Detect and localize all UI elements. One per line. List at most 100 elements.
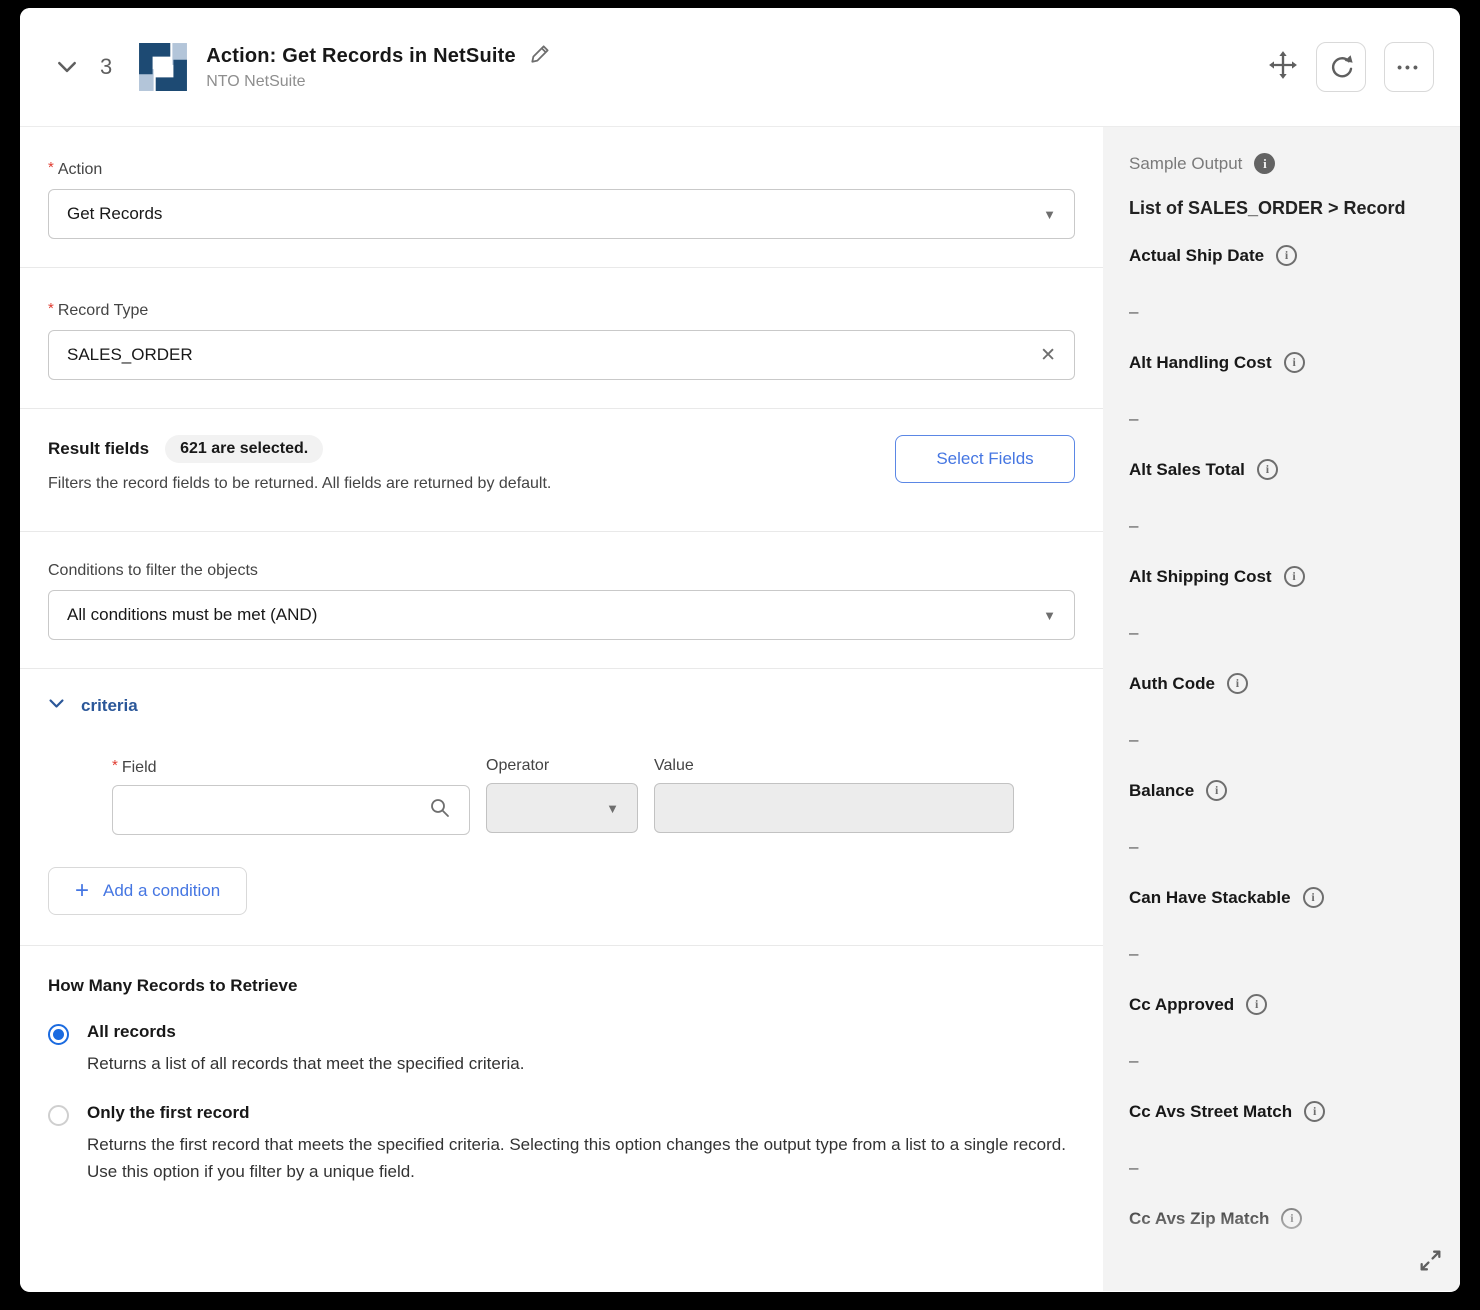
info-icon[interactable]: i [1281, 1208, 1302, 1229]
action-label: *Action [48, 159, 1075, 179]
record-type-input[interactable]: SALES_ORDER ✕ [48, 330, 1075, 380]
info-icon[interactable]: i [1254, 153, 1275, 174]
sample-output-title: Sample Output [1129, 154, 1242, 174]
sample-field-value: – [1129, 409, 1440, 429]
first-record-radio[interactable] [48, 1105, 69, 1126]
chevron-down-icon: ▼ [1043, 608, 1056, 623]
sample-output-field: Alt Sales Total i – [1129, 459, 1440, 536]
result-fields-description: Filters the record fields to be returned… [48, 475, 895, 493]
sample-output-field: Auth Code i – [1129, 673, 1440, 750]
info-icon[interactable]: i [1284, 352, 1305, 373]
collapse-chevron-icon[interactable] [56, 56, 78, 78]
criteria-field-input[interactable] [112, 785, 470, 835]
criteria-section: criteria *Field Operator [20, 669, 1103, 946]
sample-field-value: – [1129, 1158, 1440, 1178]
step-header: 3 Action: Get Records in NetSuite NTO Ne… [20, 8, 1460, 127]
sample-field-name: Alt Shipping Cost [1129, 567, 1272, 587]
expand-panel-icon[interactable] [1417, 1247, 1444, 1277]
sample-field-name: Alt Handling Cost [1129, 353, 1272, 373]
all-records-label: All records [87, 1022, 1075, 1042]
criteria-field-label: *Field [112, 757, 470, 777]
sample-field-value: – [1129, 1051, 1440, 1071]
how-many-records-section: How Many Records to Retrieve All records… [20, 946, 1103, 1242]
sample-output-field: Can Have Stackable i – [1129, 887, 1440, 964]
criteria-value-label: Value [654, 757, 1014, 775]
sample-output-field: Actual Ship Date i – [1129, 245, 1440, 322]
clear-icon[interactable]: ✕ [1040, 344, 1056, 367]
sample-field-name: Cc Approved [1129, 995, 1234, 1015]
first-record-option: Only the first record Returns the first … [48, 1103, 1075, 1185]
sample-output-panel: Sample Output i List of SALES_ORDER > Re… [1103, 127, 1460, 1291]
conditions-label: Conditions to filter the objects [48, 562, 1075, 580]
add-condition-button[interactable]: + Add a condition [48, 867, 247, 915]
info-icon[interactable]: i [1304, 1101, 1325, 1122]
move-handle-icon[interactable] [1268, 50, 1298, 85]
info-icon[interactable]: i [1227, 673, 1248, 694]
action-select-value: Get Records [67, 204, 1043, 224]
config-form: *Action Get Records ▼ *Record Type SALES… [20, 127, 1103, 1291]
criteria-operator-select[interactable]: ▼ [486, 783, 638, 833]
sample-field-name: Can Have Stackable [1129, 888, 1291, 908]
selected-count-badge: 621 are selected. [165, 435, 323, 463]
sample-output-field: Balance i – [1129, 780, 1440, 857]
sample-field-name: Auth Code [1129, 674, 1215, 694]
sample-field-value: – [1129, 837, 1440, 857]
sample-output-field: Alt Shipping Cost i – [1129, 566, 1440, 643]
required-asterisk: * [112, 757, 118, 774]
edit-pencil-icon[interactable] [530, 43, 551, 69]
more-options-button[interactable]: ••• [1384, 42, 1434, 92]
search-icon [429, 797, 451, 824]
record-type-section: *Record Type SALES_ORDER ✕ [20, 268, 1103, 409]
sample-field-value: – [1129, 944, 1440, 964]
connection-name: NTO NetSuite [206, 73, 551, 91]
refresh-button[interactable] [1316, 42, 1366, 92]
criteria-operator-label: Operator [486, 757, 638, 775]
required-asterisk: * [48, 300, 54, 317]
select-fields-button[interactable]: Select Fields [895, 435, 1075, 483]
required-asterisk: * [48, 159, 54, 176]
sample-field-name: Cc Avs Street Match [1129, 1102, 1292, 1122]
action-step-card: 3 Action: Get Records in NetSuite NTO Ne… [20, 8, 1460, 1292]
sample-output-field-list: Actual Ship Date i – Alt Handling Cost i… [1129, 245, 1440, 1285]
info-icon[interactable]: i [1246, 994, 1267, 1015]
result-fields-label: Result fields [48, 439, 149, 459]
header-actions: ••• [1268, 42, 1434, 92]
all-records-option: All records Returns a list of all record… [48, 1022, 1075, 1077]
info-icon[interactable]: i [1303, 887, 1324, 908]
sample-field-value: – [1129, 302, 1440, 322]
ellipsis-icon: ••• [1397, 60, 1421, 74]
sample-field-name: Balance [1129, 781, 1194, 801]
step-number: 3 [100, 54, 112, 80]
sample-field-name: Alt Sales Total [1129, 460, 1245, 480]
sample-output-field: Alt Handling Cost i – [1129, 352, 1440, 429]
sample-field-value: – [1129, 730, 1440, 750]
chevron-down-icon: ▼ [606, 801, 619, 816]
all-records-radio[interactable] [48, 1024, 69, 1045]
criteria-section-label[interactable]: criteria [81, 696, 138, 716]
action-select[interactable]: Get Records ▼ [48, 189, 1075, 239]
record-type-label: *Record Type [48, 300, 1075, 320]
step-titles: Action: Get Records in NetSuite NTO NetS… [206, 43, 551, 91]
sample-field-name: Actual Ship Date [1129, 246, 1264, 266]
sample-output-field: Cc Avs Street Match i – [1129, 1101, 1440, 1178]
sample-field-value: – [1129, 1265, 1440, 1285]
step-title: Action: Get Records in NetSuite [206, 45, 516, 68]
criteria-value-input[interactable] [654, 783, 1014, 833]
conditions-select-value: All conditions must be met (AND) [67, 605, 1043, 625]
action-section: *Action Get Records ▼ [20, 127, 1103, 268]
sample-field-name: Cc Avs Zip Match [1129, 1209, 1269, 1229]
info-icon[interactable]: i [1257, 459, 1278, 480]
plus-icon: + [75, 879, 89, 903]
info-icon[interactable]: i [1206, 780, 1227, 801]
info-icon[interactable]: i [1284, 566, 1305, 587]
sample-output-field: Cc Avs Zip Match i – [1129, 1208, 1440, 1285]
criteria-chevron-icon[interactable] [48, 695, 65, 717]
record-type-value: SALES_ORDER [67, 345, 1040, 365]
conditions-section: Conditions to filter the objects All con… [20, 532, 1103, 669]
chevron-down-icon: ▼ [1043, 207, 1056, 222]
netsuite-logo-icon [138, 42, 188, 92]
conditions-select[interactable]: All conditions must be met (AND) ▼ [48, 590, 1075, 640]
how-many-records-label: How Many Records to Retrieve [48, 976, 1075, 996]
sample-field-value: – [1129, 516, 1440, 536]
info-icon[interactable]: i [1276, 245, 1297, 266]
